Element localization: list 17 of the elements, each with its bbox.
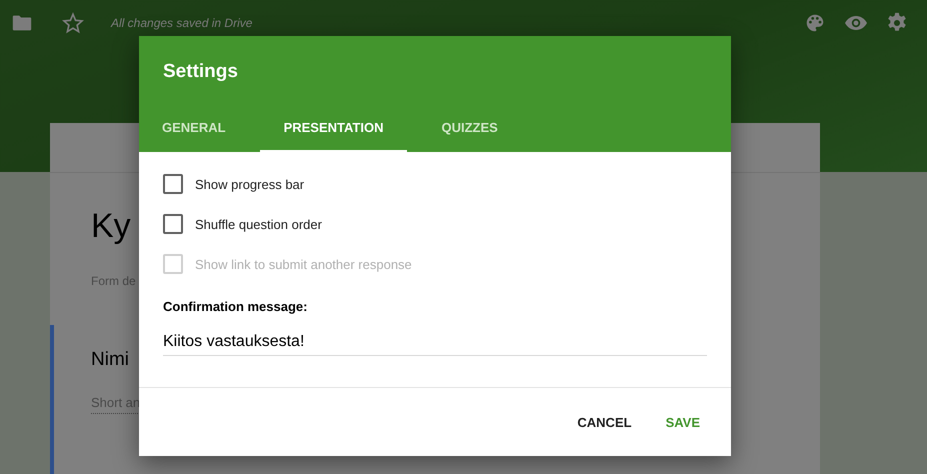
question-title: Nimi <box>91 349 129 371</box>
tab[interactable]: GENERAL <box>148 107 240 152</box>
tab[interactable]: PRESENTATION <box>260 107 408 152</box>
checkbox-label: Shuffle question order <box>195 216 322 232</box>
star-icon[interactable] <box>62 12 84 34</box>
save-button[interactable]: SAVE <box>652 406 713 438</box>
checkbox-label: Show progress bar <box>195 176 304 192</box>
checkbox-label: Show link to submit another response <box>195 256 412 272</box>
field-label: Confirmation message: <box>163 299 308 314</box>
palette-icon[interactable] <box>804 12 826 34</box>
tab[interactable]: QUIZZES <box>427 107 512 152</box>
form-title: Ky <box>91 207 131 246</box>
dialog-title: Settings <box>162 60 239 83</box>
cancel-button[interactable]: CANCEL <box>564 406 645 438</box>
save-status: All changes saved in Drive <box>111 16 252 30</box>
checkbox[interactable] <box>163 174 183 194</box>
checkbox[interactable] <box>163 214 183 234</box>
